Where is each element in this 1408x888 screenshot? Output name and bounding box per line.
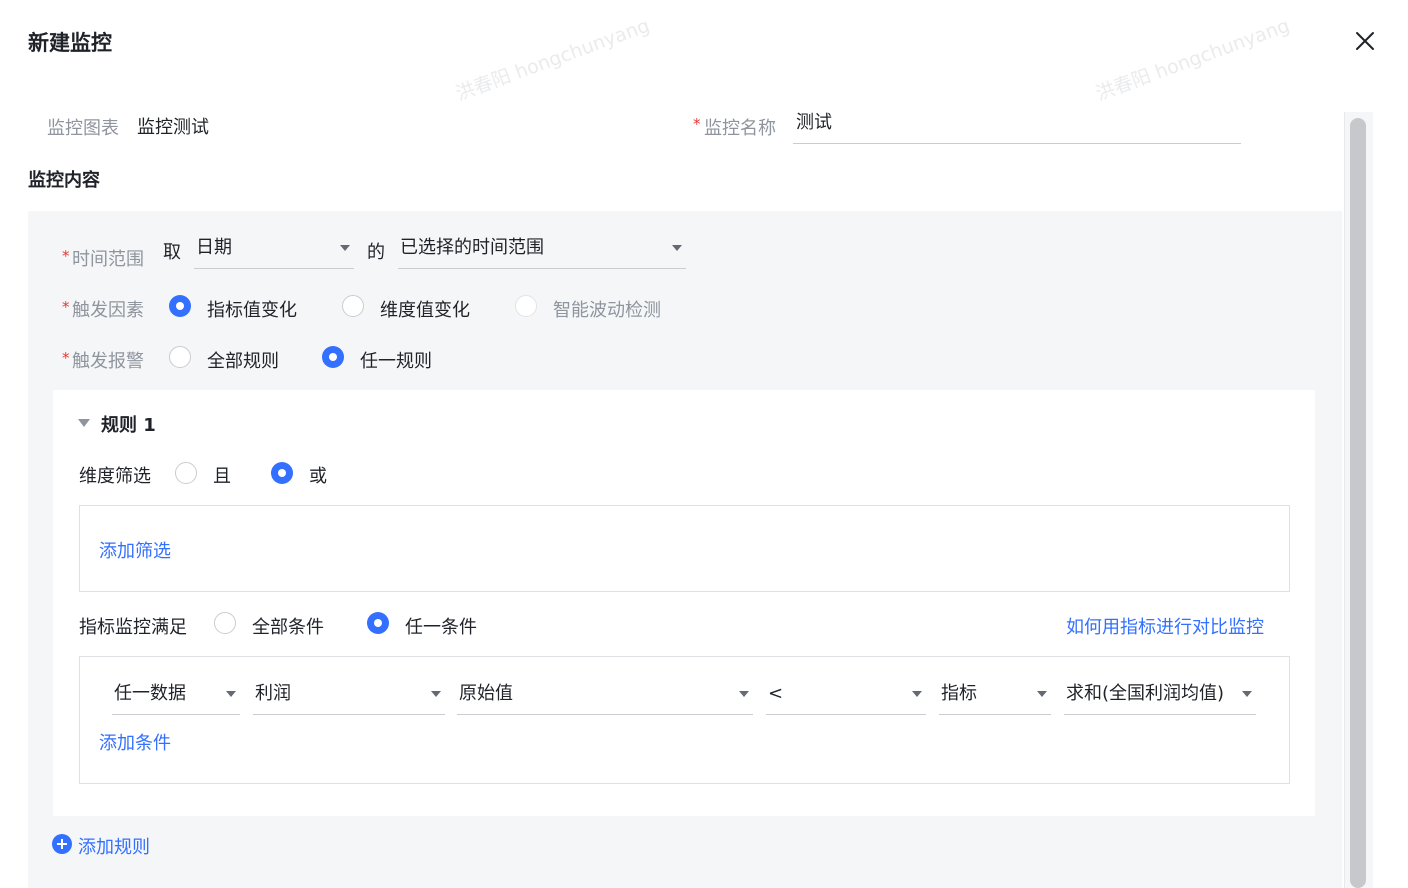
condition-compare-value: 求和(全国利润均值) (1066, 683, 1225, 704)
chevron-down-icon (1037, 691, 1047, 697)
condition-compare-value-select[interactable]: 求和(全国利润均值) (1064, 679, 1256, 715)
close-icon[interactable] (1354, 30, 1376, 52)
condition-scope-select[interactable]: 任一数据 (112, 679, 240, 715)
condition-value-type-value: 原始值 (459, 683, 513, 704)
condition-operator-select[interactable]: < (766, 679, 926, 715)
trigger-alarm-label: 触发报警 (72, 351, 144, 372)
chevron-down-icon (340, 245, 350, 251)
time-field-select[interactable]: 日期 (194, 233, 354, 269)
of-text: 的 (367, 242, 385, 263)
radio-or[interactable] (271, 462, 293, 484)
add-filter-link[interactable]: 添加筛选 (99, 537, 171, 563)
time-field-select-value: 日期 (196, 237, 232, 258)
watermark: 洪春阳 hongchunyang (452, 14, 653, 106)
metric-condition-label: 指标监控满足 (79, 617, 187, 638)
condition-value-type-select[interactable]: 原始值 (457, 679, 753, 715)
help-link[interactable]: 如何用指标进行对比监控 (1066, 613, 1264, 639)
required-mark: * (62, 349, 70, 367)
condition-compare-type-value: 指标 (941, 683, 977, 704)
radio-all-rules[interactable] (169, 346, 191, 368)
radio-label-and: 且 (213, 466, 231, 487)
collapse-triangle-icon[interactable] (78, 419, 90, 427)
chart-value: 监控测试 (137, 117, 209, 138)
radio-metric-change[interactable] (169, 295, 191, 317)
chevron-down-icon (431, 691, 441, 697)
plus-circle-icon[interactable] (52, 834, 72, 854)
radio-smart-detection[interactable] (515, 295, 537, 317)
condition-compare-type-select[interactable]: 指标 (939, 679, 1051, 715)
condition-scope-value: 任一数据 (114, 683, 186, 704)
dialog-title: 新建监控 (28, 31, 112, 55)
add-rule-link[interactable]: 添加规则 (78, 833, 150, 859)
scrollbar-thumb[interactable] (1350, 118, 1366, 888)
condition-field-value: 利润 (255, 683, 291, 704)
chevron-down-icon (739, 691, 749, 697)
condition-operator-value: < (768, 683, 784, 704)
name-label: 监控名称 (704, 118, 776, 139)
monitor-name-input[interactable]: 测试 (793, 108, 1241, 144)
radio-label-any-rule: 任一规则 (360, 351, 432, 372)
radio-any-condition[interactable] (367, 612, 389, 634)
required-mark: * (62, 247, 70, 265)
chevron-down-icon (672, 245, 682, 251)
dimension-filter-label: 维度筛选 (79, 466, 151, 487)
radio-any-rule[interactable] (322, 346, 344, 368)
chart-label: 监控图表 (47, 118, 119, 139)
radio-label-smart-detection: 智能波动检测 (553, 300, 661, 321)
radio-label-dimension-change: 维度值变化 (380, 300, 470, 321)
required-mark: * (62, 298, 70, 316)
chevron-down-icon (912, 691, 922, 697)
watermark: 洪春阳 hongchunyang (1092, 14, 1293, 106)
time-range-label: 时间范围 (72, 249, 144, 270)
add-condition-link[interactable]: 添加条件 (99, 729, 171, 755)
time-range-select-value: 已选择的时间范围 (400, 237, 544, 258)
trigger-factor-label: 触发因素 (72, 300, 144, 321)
time-range-select[interactable]: 已选择的时间范围 (398, 233, 686, 269)
condition-field-select[interactable]: 利润 (253, 679, 445, 715)
take-text: 取 (163, 242, 181, 263)
content-section-title: 监控内容 (28, 170, 100, 191)
radio-all-conditions[interactable] (214, 612, 236, 634)
required-mark: * (693, 115, 701, 133)
chevron-down-icon (226, 691, 236, 697)
condition-box (79, 656, 1290, 784)
radio-label-all-conditions: 全部条件 (252, 617, 324, 638)
rule-title: 规则 1 (101, 415, 156, 436)
filter-box (79, 505, 1290, 592)
radio-label-any-condition: 任一条件 (405, 617, 477, 638)
radio-label-or: 或 (309, 466, 327, 487)
radio-dimension-change[interactable] (342, 295, 364, 317)
radio-label-metric-change: 指标值变化 (207, 300, 297, 321)
radio-label-all-rules: 全部规则 (207, 351, 279, 372)
radio-and[interactable] (175, 462, 197, 484)
chevron-down-icon (1242, 691, 1252, 697)
